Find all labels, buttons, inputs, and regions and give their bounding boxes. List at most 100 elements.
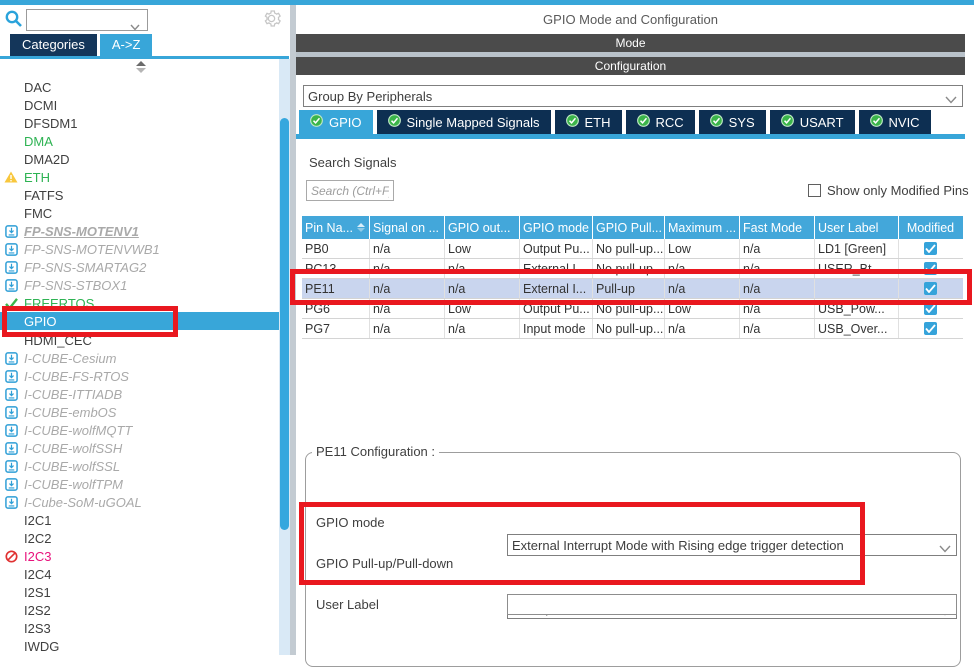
table-header-row: Pin Na... Signal on ...GPIO out...GPIO mo…	[302, 216, 963, 239]
sidebar-item-i2c2[interactable]: I2C2	[0, 529, 279, 547]
sidebar-item-fatfs[interactable]: FATFS	[0, 186, 279, 204]
sidebar-item-i2s3[interactable]: I2S3	[0, 619, 279, 637]
column-header-modified[interactable]: Modified	[898, 216, 962, 239]
sidebar-item-label: I2C3	[24, 549, 51, 564]
sidebar-item-i2s2[interactable]: I2S2	[0, 601, 279, 619]
column-header-fast-mode[interactable]: Fast Mode	[739, 216, 814, 239]
column-header-signal-on[interactable]: Signal on ...	[369, 216, 444, 239]
column-header-pin-na[interactable]: Pin Na...	[302, 216, 369, 239]
column-header-label: Fast Mode	[743, 221, 802, 235]
signal-search-input[interactable]	[306, 180, 394, 201]
cell-pin-na: PG7	[302, 319, 369, 338]
modified-checkbox-checked[interactable]	[924, 262, 937, 275]
sidebar-item-fp-sns-motenv1[interactable]: FP-SNS-MOTENV1	[0, 222, 279, 240]
cell-gpio-pull: Pull-up	[592, 279, 664, 298]
sidebar-item-dma2d[interactable]: DMA2D	[0, 150, 279, 168]
sidebar-scrollbar-thumb[interactable]	[280, 118, 289, 530]
sidebar-item-i2c1[interactable]: I2C1	[0, 511, 279, 529]
sidebar-item-label: I-CUBE-FS-RTOS	[24, 369, 129, 384]
cell-maximum: n/a	[664, 279, 739, 298]
sidebar-item-i-cube-ittiadb[interactable]: I-CUBE-ITTIADB	[0, 385, 279, 403]
column-header-user-label[interactable]: User Label	[814, 216, 898, 239]
cell-signal-on: n/a	[369, 259, 444, 278]
sidebar-item-i2c4[interactable]: I2C4	[0, 565, 279, 583]
signal-tab-gpio[interactable]: GPIO	[299, 110, 373, 134]
show-modified-pins-checkbox[interactable]	[808, 184, 821, 197]
sidebar-item-i2s1[interactable]: I2S1	[0, 583, 279, 601]
sidebar-item-dfsdm1[interactable]: DFSDM1	[0, 114, 279, 132]
mode-section-header[interactable]: Mode	[296, 34, 965, 52]
tab-categories[interactable]: Categories	[10, 34, 97, 56]
signal-tab-single-mapped-signals[interactable]: Single Mapped Signals	[377, 110, 551, 134]
sidebar-item-fp-sns-stbox1[interactable]: FP-SNS-STBOX1	[0, 276, 279, 294]
sidebar-item-label: I-CUBE-embOS	[24, 405, 116, 420]
sidebar-item-gpio[interactable]: GPIO	[0, 312, 279, 331]
sidebar-sort-control[interactable]	[134, 61, 148, 75]
modified-checkbox-checked[interactable]	[924, 242, 937, 255]
sidebar-item-fp-sns-motenvwb1[interactable]: FP-SNS-MOTENVWB1	[0, 240, 279, 258]
column-header-label: Modified	[907, 221, 954, 235]
sidebar-item-fmc[interactable]: FMC	[0, 204, 279, 222]
download-icon	[3, 406, 19, 419]
signal-tab-sys[interactable]: SYS	[699, 110, 766, 134]
sidebar-item-i-cube-som-ugoal[interactable]: I-Cube-SoM-uGOAL	[0, 493, 279, 511]
sidebar-item-dcmi[interactable]: DCMI	[0, 96, 279, 114]
sidebar-item-i-cube-fs-rtos[interactable]: I-CUBE-FS-RTOS	[0, 367, 279, 385]
page-title: GPIO Mode and Configuration	[296, 8, 965, 32]
sidebar-item-i-cube-embos[interactable]: I-CUBE-embOS	[0, 403, 279, 421]
gear-icon[interactable]	[262, 9, 281, 28]
sidebar-tabbar: Categories A->Z	[10, 34, 152, 56]
signal-tab-rcc[interactable]: RCC	[626, 110, 695, 134]
configuration-section-header[interactable]: Configuration	[296, 57, 965, 75]
column-header-gpio-mode[interactable]: GPIO mode	[519, 216, 592, 239]
table-row-pe11[interactable]: PE11n/an/aExternal I...Pull-upn/an/a	[302, 279, 963, 299]
table-row-pg6[interactable]: PG6n/aLowOutput Pu...No pull-up...Lown/a…	[302, 299, 963, 319]
table-row-pg7[interactable]: PG7n/an/aInput modeNo pull-up...n/an/aUS…	[302, 319, 963, 339]
cell-modified	[898, 279, 962, 298]
sidebar-item-dma[interactable]: DMA	[0, 132, 279, 150]
sidebar-item-freertos[interactable]: FREERTOS	[0, 294, 279, 312]
column-header-gpio-out[interactable]: GPIO out...	[444, 216, 519, 239]
gpio-mode-select[interactable]: External Interrupt Mode with Rising edge…	[507, 534, 957, 556]
sidebar-item-i-cube-wolfmqtt[interactable]: I-CUBE-wolfMQTT	[0, 421, 279, 439]
table-row-pc13[interactable]: PC13n/an/aExternal I...No pull-up...n/an…	[302, 259, 963, 279]
sidebar-item-hdmi-cec[interactable]: HDMI_CEC	[0, 331, 279, 349]
column-header-maximum[interactable]: Maximum ...	[664, 216, 739, 239]
sidebar-item-fp-sns-smartag2[interactable]: FP-SNS-SMARTAG2	[0, 258, 279, 276]
modified-checkbox-checked[interactable]	[924, 282, 937, 295]
group-by-dropdown[interactable]: Group By Peripherals	[303, 85, 963, 107]
sidebar-item-iwdg[interactable]: IWDG	[0, 637, 279, 655]
sidebar-item-label: DAC	[24, 80, 51, 95]
sidebar-item-i-cube-wolftpm[interactable]: I-CUBE-wolfTPM	[0, 475, 279, 493]
sort-desc-icon	[136, 68, 146, 73]
sidebar-item-label: FP-SNS-MOTENV1	[24, 224, 139, 239]
search-icon	[4, 9, 24, 29]
user-label-input[interactable]	[507, 594, 957, 615]
sidebar-item-i-cube-cesium[interactable]: I-CUBE-Cesium	[0, 349, 279, 367]
sidebar-item-i2c3[interactable]: I2C3	[0, 547, 279, 565]
sidebar-item-label: ETH	[24, 170, 50, 185]
modified-checkbox-checked[interactable]	[924, 322, 937, 335]
modified-checkbox-checked[interactable]	[924, 302, 937, 315]
signal-tab-nvic[interactable]: NVIC	[859, 110, 931, 134]
cell-gpio-pull: No pull-up...	[592, 299, 664, 318]
download-icon	[3, 352, 19, 365]
peripheral-filter-dropdown[interactable]	[26, 9, 148, 31]
panel-divider[interactable]	[290, 5, 296, 655]
table-row-pb0[interactable]: PB0n/aLowOutput Pu...No pull-up...Lown/a…	[302, 239, 963, 259]
sidebar-item-i-cube-wolfssl[interactable]: I-CUBE-wolfSSL	[0, 457, 279, 475]
sidebar-item-label: FREERTOS	[24, 296, 94, 311]
column-header-label: Pin Na...	[305, 221, 353, 235]
signal-tab-usart[interactable]: USART	[770, 110, 855, 134]
download-icon	[3, 243, 19, 256]
sidebar-item-dac[interactable]: DAC	[0, 78, 279, 96]
sidebar-item-i-cube-wolfssh[interactable]: I-CUBE-wolfSSH	[0, 439, 279, 457]
sidebar-item-eth[interactable]: ETH	[0, 168, 279, 186]
cell-maximum: n/a	[664, 319, 739, 338]
cell-gpio-out: n/a	[444, 259, 519, 278]
cell-pin-na: PB0	[302, 239, 369, 258]
download-icon	[3, 388, 19, 401]
signal-tab-eth[interactable]: ETH	[555, 110, 622, 134]
tab-a-to-z[interactable]: A->Z	[100, 34, 153, 56]
column-header-gpio-pull[interactable]: GPIO Pull...	[592, 216, 664, 239]
